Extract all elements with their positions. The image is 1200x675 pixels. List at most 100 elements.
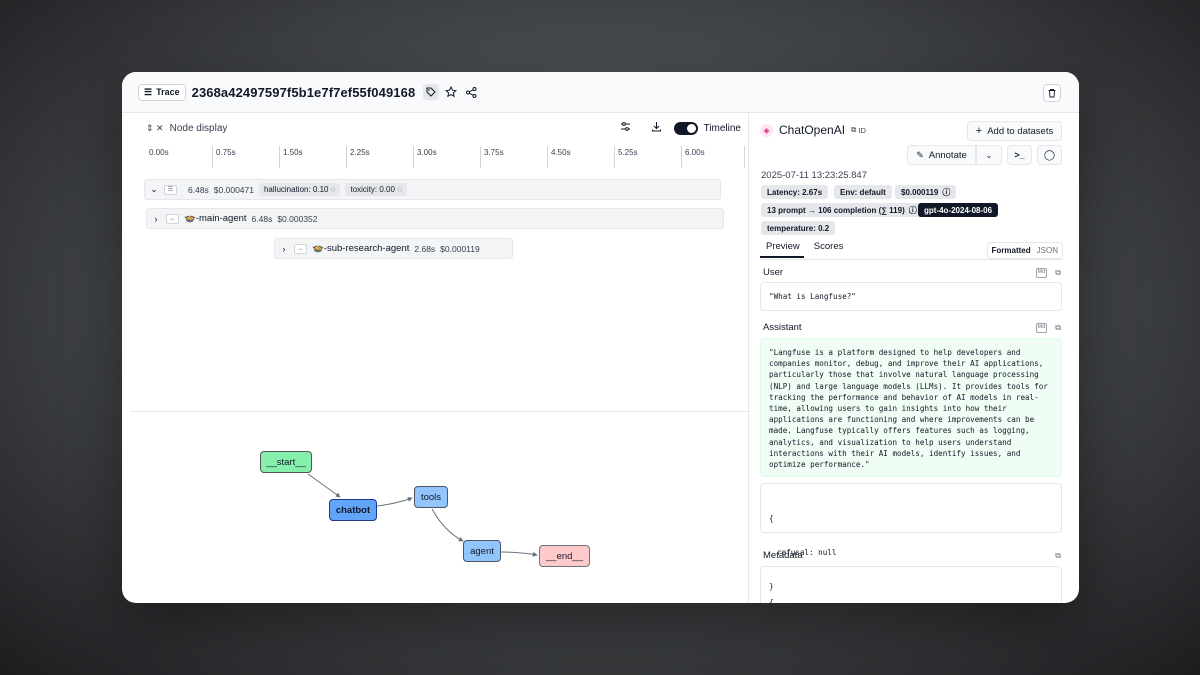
assistant-message-text: "Langfuse is a platform designed to help… (769, 348, 1053, 470)
chevron-right-icon[interactable]: › (279, 244, 289, 254)
markdown-icon[interactable]: Md (1035, 323, 1048, 333)
title-bar: ☰ Trace 2368a42497597f5b1e7f7ef55f049168 (122, 72, 1079, 113)
add-to-datasets-button[interactable]: + Add to datasets (967, 121, 1062, 141)
format-toggle: Formatted JSON (986, 242, 1063, 259)
user-message-text: "What is Langfuse?" (769, 292, 856, 301)
timeline-axis: 0.00s 0.75s 1.50s 2.25s 3.00s 3.75s 4.50… (146, 146, 746, 168)
tabs-underline (760, 259, 1062, 260)
agent-graph: __start__ chatbot tools agent __end__ (122, 413, 749, 603)
node-label: tools (420, 491, 442, 503)
model-chip[interactable]: gpt-4o-2024-08-06 (918, 203, 999, 217)
settings-sliders-icon[interactable] (620, 121, 631, 135)
tab-preview[interactable]: Preview (760, 241, 804, 258)
tab-scores[interactable]: Scores (814, 241, 844, 258)
annotate-label: Annotate (928, 149, 967, 161)
node-label: agent (470, 545, 494, 557)
trace-row-sub-agent[interactable]: › ↔ 🍲-sub-research-agent 2.68s $0.000119 (274, 238, 513, 259)
trace-icon: ☰ (164, 184, 177, 195)
chevron-right-icon[interactable]: › (151, 214, 161, 224)
list-tree-icon: ☰ (144, 86, 153, 97)
tokens-chip[interactable]: 13 prompt → 106 completion (∑ 119) ⓘ (761, 203, 923, 217)
expand-collapse-icon[interactable]: ⇕ ✕ (146, 123, 164, 134)
trace-row-root[interactable]: ⌄ ☰ 6.48s $0.000471 hallucination: 0.10 … (144, 179, 721, 200)
score-badge-toxicity: toxicity: 0.00 ◌ (345, 183, 407, 196)
root-cost: $0.000471 (213, 184, 254, 195)
trace-id: 2368a42497597f5b1e7f7ef55f049168 (191, 84, 416, 100)
star-icon[interactable] (443, 84, 459, 100)
format-json[interactable]: JSON (1037, 246, 1058, 255)
annotate-button[interactable]: ✎ Annotate (907, 145, 976, 165)
copy-icon[interactable]: ⧉ (1055, 323, 1061, 333)
plus-icon: + (975, 125, 983, 137)
add-to-datasets-label: Add to datasets (987, 125, 1054, 137)
trash-icon (1048, 89, 1056, 98)
copy-icon[interactable]: ⧉ (1055, 268, 1061, 278)
node-display-control[interactable]: ⇕ ✕ Node display (146, 123, 227, 134)
delete-button[interactable] (1043, 84, 1061, 102)
share-icon[interactable] (463, 84, 479, 100)
refusal-json-box: { refusal: null } (760, 483, 1062, 591)
markdown-icon[interactable]: Md (1035, 268, 1048, 278)
edge-chatbot-tools (376, 497, 413, 507)
axis-tick: 6.00s (681, 146, 705, 168)
terminal-icon: >_ (1014, 150, 1025, 160)
trace-row-main-agent[interactable]: › ↔ 🍲-main-agent 6.48s $0.000352 (146, 208, 724, 229)
metadata-section-actions: ⧉ (1055, 551, 1061, 561)
detail-tabs: Preview Scores (760, 241, 843, 258)
observation-title: ChatOpenAI (779, 123, 846, 137)
edge-agent-end (500, 551, 538, 557)
latency-chip: Latency: 2.67s (761, 185, 829, 199)
toolbar-actions: Timeline (620, 121, 741, 135)
tag-icon[interactable] (423, 84, 440, 100)
comment-icon: ◯ (1043, 149, 1056, 161)
chevron-down-icon[interactable]: ⌄ (149, 184, 159, 195)
axis-tick-end (744, 146, 748, 168)
graph-node-chatbot[interactable]: chatbot (329, 499, 377, 521)
graph-node-start[interactable]: __start__ (260, 451, 312, 473)
copy-icon: ⧉ (851, 125, 857, 134)
graph-node-end[interactable]: __end__ (539, 545, 590, 567)
node-label: __end__ (546, 550, 583, 562)
temperature-text: temperature: 0.2 (767, 223, 830, 233)
timeline-toolbar: ⇕ ✕ Node display Timeline (122, 113, 749, 143)
cost-text: $0.000119 (901, 187, 939, 197)
sub-agent-cost: $0.000119 (440, 243, 480, 254)
edge-start-chatbot (307, 473, 341, 498)
node-label: __start__ (266, 456, 306, 468)
comments-button[interactable]: ◯ (1037, 145, 1062, 165)
copy-icon[interactable]: ⧉ (1055, 551, 1061, 561)
copy-id-button[interactable]: ⧉ ID (851, 125, 866, 135)
latency-text: Latency: 2.67s (767, 187, 823, 197)
graph-node-tools[interactable]: tools (414, 486, 448, 508)
sub-agent-name: 🍲-sub-research-agent (312, 243, 410, 254)
span-icon: ↔ (294, 243, 307, 254)
axis-tick: 0.75s (212, 146, 236, 168)
timeline-label: Timeline (703, 122, 741, 134)
graph-node-agent[interactable]: agent (463, 540, 501, 562)
info-icon: ⓘ (908, 205, 917, 215)
root-duration: 6.48s (188, 184, 209, 195)
main-agent-cost: $0.000352 (277, 213, 318, 224)
download-icon[interactable] (651, 121, 662, 135)
trace-type-label: Trace (156, 87, 180, 97)
sub-agent-duration: 2.68s (414, 243, 436, 254)
id-label: ID (858, 125, 866, 135)
comment-icon: ◌ (397, 185, 402, 194)
comment-icon: ◌ (330, 185, 336, 194)
cost-chip[interactable]: $0.000119 ⓘ (895, 185, 957, 199)
observation-header: ◈ ChatOpenAI ⧉ ID (760, 123, 866, 137)
terminal-button[interactable]: >_ (1007, 145, 1032, 165)
trace-window: ☰ Trace 2368a42497597f5b1e7f7ef55f049168… (122, 72, 1079, 603)
metadata-json-box: { (760, 566, 1062, 603)
format-formatted[interactable]: Formatted (992, 246, 1031, 255)
axis-tick: 2.25s (346, 146, 370, 168)
observation-detail-pane: ◈ ChatOpenAI ⧉ ID + Add to datasets ✎ An… (750, 113, 1079, 603)
axis-tick: 3.00s (413, 146, 437, 168)
info-icon: ⓘ (942, 187, 951, 197)
env-chip: Env: default (834, 185, 892, 199)
score-text: hallucination: 0.10 (263, 185, 329, 194)
pane-divider (130, 411, 749, 412)
annotate-dropdown[interactable]: ⌄ (976, 145, 1002, 165)
timeline-toggle[interactable] (673, 121, 698, 135)
timeline-pane: ⇕ ✕ Node display Timeline 0.00s 0.75s 1.… (122, 113, 749, 603)
